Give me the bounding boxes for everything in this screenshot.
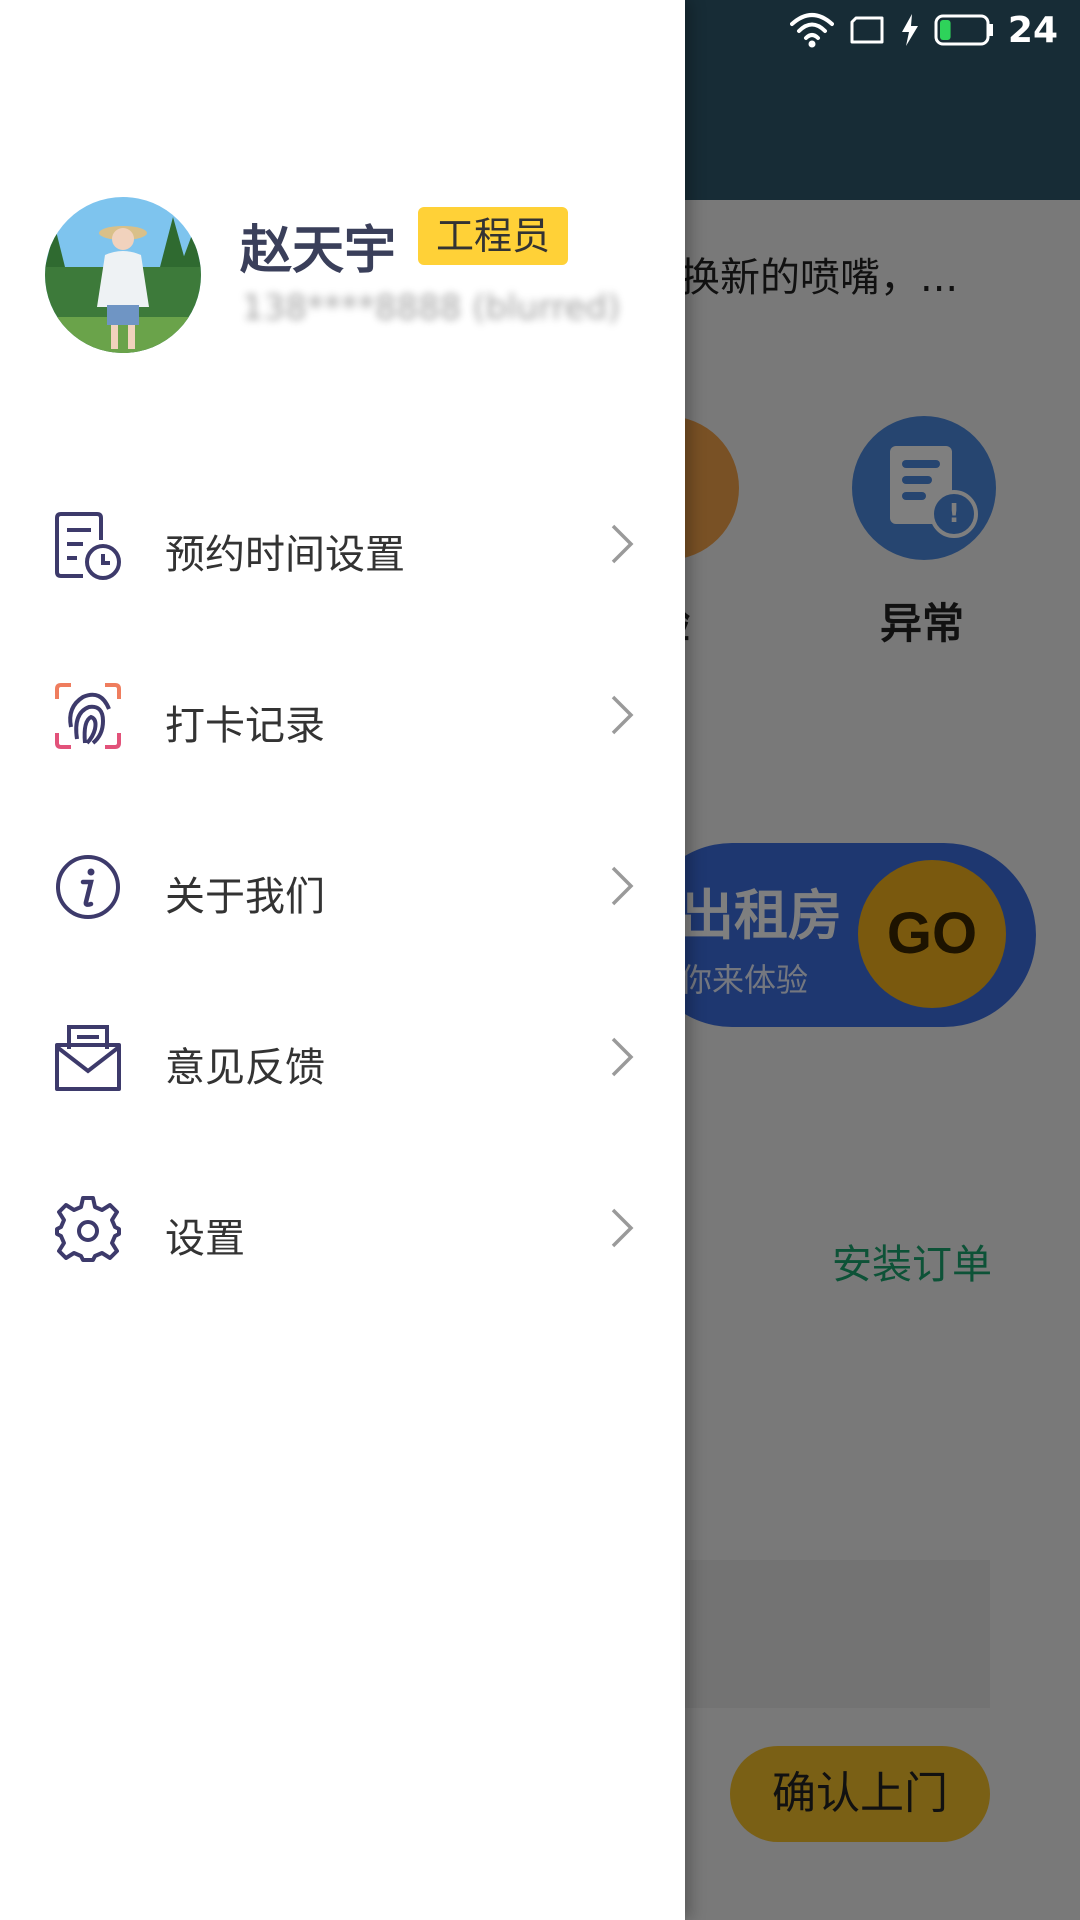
navigation-drawer: 赵天宇 工程员 138****8888 (blurred) 预约时间设置 打卡记…: [0, 0, 685, 1920]
menu-item-checkin-records[interactable]: 打卡记录: [0, 631, 685, 802]
menu-label-checkin-records: 打卡记录: [165, 703, 325, 749]
chevron-right-icon: [611, 524, 634, 564]
gear-icon: [55, 1196, 121, 1262]
chevron-right-icon: [611, 695, 634, 735]
avatar[interactable]: [45, 197, 201, 353]
status-bar: 24: [789, 8, 1058, 52]
menu-item-settings[interactable]: 设置: [0, 1144, 685, 1315]
fingerprint-icon: [55, 683, 121, 749]
calendar-clock-icon: [55, 512, 121, 580]
chevron-right-icon: [611, 866, 634, 906]
battery-level: 24: [1007, 9, 1058, 51]
role-badge: 工程员: [418, 207, 569, 265]
feedback-mail-icon: [55, 1025, 121, 1091]
menu-label-about-us: 关于我们: [165, 874, 325, 920]
menu-item-about-us[interactable]: 关于我们: [0, 802, 685, 973]
user-phone: 138****8888 (blurred): [242, 288, 621, 328]
wifi-icon: [789, 13, 834, 48]
menu-label-settings: 设置: [165, 1216, 245, 1262]
chevron-right-icon: [611, 1208, 634, 1248]
battery-icon: [934, 14, 993, 46]
sim-card-icon: [850, 16, 884, 44]
menu-label-feedback: 意见反馈: [165, 1045, 325, 1091]
charging-icon: [901, 14, 918, 46]
menu-label-appointment-time: 预约时间设置: [165, 532, 405, 578]
info-icon: [56, 855, 120, 919]
chevron-right-icon: [611, 1037, 634, 1077]
user-name: 赵天宇: [240, 221, 397, 281]
menu-item-feedback[interactable]: 意见反馈: [0, 973, 685, 1144]
menu-item-appointment-time[interactable]: 预约时间设置: [0, 460, 685, 631]
drawer-menu: 预约时间设置 打卡记录 关于我们 意见反馈 设置: [0, 460, 685, 1315]
